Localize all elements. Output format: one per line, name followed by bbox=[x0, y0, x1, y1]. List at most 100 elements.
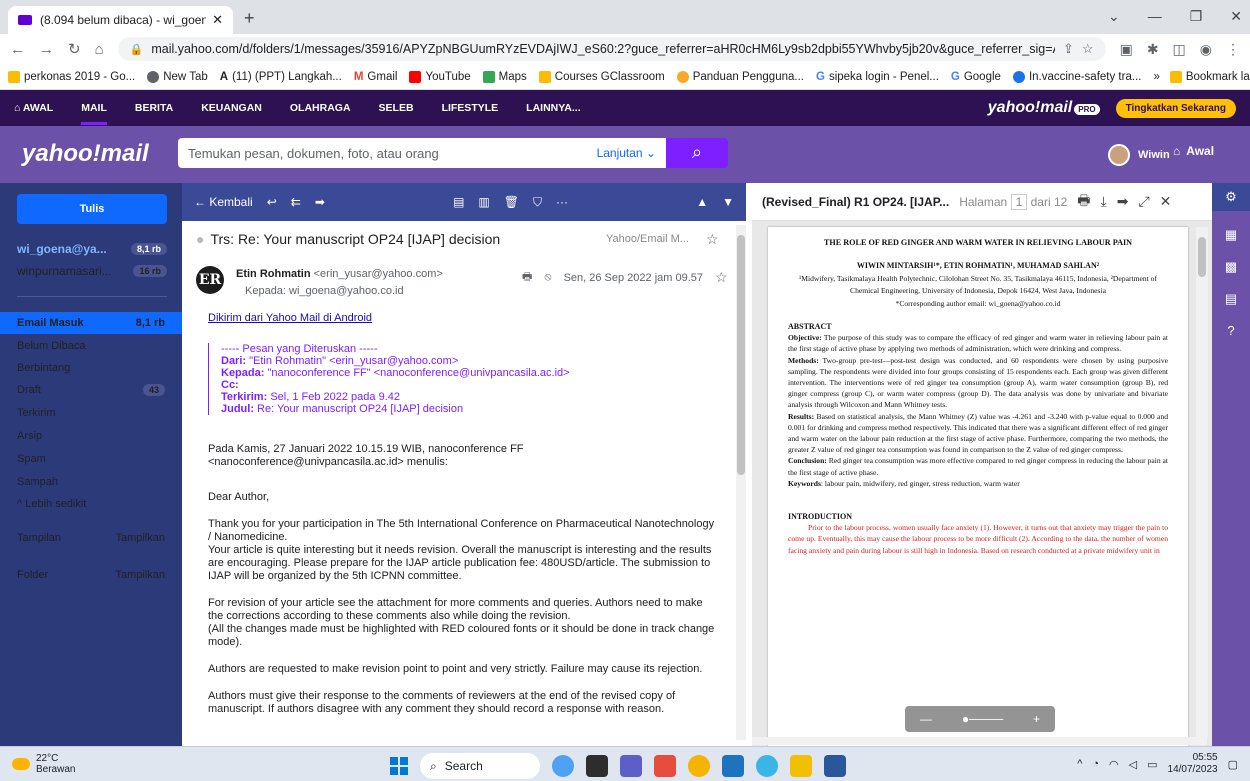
taskbar-search[interactable]: ⌕ Search bbox=[420, 753, 540, 779]
nav-celebrity[interactable]: SELEB bbox=[379, 102, 414, 114]
puzzle-icon[interactable]: ✱ bbox=[1147, 41, 1159, 58]
yahoo-mail-pro-logo[interactable]: yahoo!mail PRO bbox=[988, 99, 1100, 117]
wifi-icon[interactable]: ◠ bbox=[1109, 758, 1119, 771]
battery-icon[interactable]: ▭ bbox=[1147, 758, 1157, 771]
bookmark-item[interactable]: Courses GClassroom bbox=[538, 70, 665, 83]
bookmark-item[interactable]: New Tab bbox=[147, 70, 208, 83]
chevron-up-icon[interactable]: ^ bbox=[1077, 758, 1082, 770]
sender[interactable]: Etin Rohmatin <erin_yusar@yahoo.com> bbox=[236, 268, 443, 280]
office-icon[interactable] bbox=[654, 755, 676, 777]
other-bookmarks[interactable]: Bookmark lain bbox=[1169, 70, 1250, 83]
teams-icon[interactable] bbox=[620, 755, 642, 777]
account-item[interactable]: winpurnamasari... 16 rb bbox=[17, 264, 167, 278]
yahoo-mail-logo[interactable]: yahoo!mail bbox=[22, 140, 149, 168]
notepad-icon[interactable]: ▤ bbox=[1225, 291, 1237, 307]
lock-icon[interactable]: 🔒 bbox=[130, 43, 144, 56]
print-icon[interactable]: 🖶 bbox=[1077, 190, 1090, 214]
star-icon[interactable]: ☆ bbox=[706, 231, 719, 248]
search-input[interactable]: Temukan pesan, dokumen, foto, atau orang… bbox=[178, 138, 666, 168]
windows-start-icon[interactable] bbox=[390, 757, 408, 775]
compose-button[interactable]: Tulis bbox=[17, 194, 167, 224]
clock[interactable]: 05:55 14/07/2023 bbox=[1168, 752, 1218, 776]
expand-icon[interactable]: ⤢ bbox=[1138, 193, 1149, 210]
page-number-input[interactable]: 1 bbox=[1010, 193, 1028, 210]
show-less-link[interactable]: ^ Lebih sedikit bbox=[0, 493, 182, 515]
folder-sent[interactable]: Terkirim bbox=[0, 402, 182, 424]
account-item[interactable]: wi_goena@ya... 8,1 rb bbox=[17, 242, 167, 256]
folders-section[interactable]: Folder Tampilkan bbox=[0, 564, 182, 586]
star-icon[interactable]: ☆ bbox=[715, 269, 728, 286]
user-menu[interactable]: Wiwin bbox=[1108, 144, 1170, 166]
store-icon[interactable] bbox=[722, 755, 744, 777]
pdf-scrollbar[interactable] bbox=[1196, 227, 1208, 737]
nav-home[interactable]: ⌂ AWAL bbox=[14, 102, 53, 114]
move-icon[interactable]: ▥ bbox=[478, 195, 489, 209]
home-link[interactable]: ⌂ Awal bbox=[1173, 144, 1214, 158]
folder-inbox[interactable]: Email Masuk 8,1 rb bbox=[0, 312, 182, 334]
word-icon[interactable] bbox=[824, 755, 846, 777]
zoom-out-icon[interactable]: — bbox=[920, 712, 932, 726]
nav-news[interactable]: BERITA bbox=[135, 102, 173, 114]
home-icon[interactable]: ⌂ bbox=[95, 41, 104, 58]
tab-search-icon[interactable]: ⌄ bbox=[1108, 8, 1120, 25]
more-bookmarks-icon[interactable]: » bbox=[1153, 71, 1159, 83]
help-icon[interactable]: ? bbox=[1227, 323, 1234, 338]
folder-spam[interactable]: Spam bbox=[0, 448, 182, 470]
spam-icon[interactable]: ⛉ bbox=[533, 195, 542, 210]
chrome-icon[interactable] bbox=[688, 755, 710, 777]
nav-sports[interactable]: OLAHRAGA bbox=[290, 102, 351, 114]
bookmark-item[interactable]: M Gmail bbox=[354, 71, 398, 83]
bookmark-star-icon[interactable]: ☆ bbox=[1082, 41, 1094, 57]
upgrade-button[interactable]: Tingkatkan Sekarang bbox=[1115, 98, 1236, 118]
print-icon[interactable]: 🖶 bbox=[522, 268, 532, 287]
folder-unread[interactable]: Belum Dibaca bbox=[0, 335, 182, 357]
message-scrollbar[interactable] bbox=[736, 225, 746, 740]
forward-icon[interactable]: ➡ bbox=[1117, 193, 1129, 210]
close-tab-icon[interactable]: ✕ bbox=[212, 12, 223, 28]
folder-starred[interactable]: Berbintang bbox=[0, 357, 182, 379]
forward-icon[interactable]: → bbox=[39, 41, 54, 58]
bookmark-item[interactable]: perkonas 2019 - Go... bbox=[8, 70, 135, 83]
forward-icon[interactable]: ➡ bbox=[315, 195, 325, 209]
delete-icon[interactable]: 🗑 bbox=[504, 195, 519, 209]
bookmark-item[interactable]: Gsipeka login - Penel... bbox=[816, 71, 939, 83]
minimize-icon[interactable]: — bbox=[1148, 8, 1162, 25]
android-link[interactable]: Dikirim dari Yahoo Mail di Android bbox=[208, 312, 372, 324]
nav-more[interactable]: LAINNYA... bbox=[526, 102, 580, 114]
back-button[interactable]: ← Kembali bbox=[194, 195, 253, 209]
bookmark-item[interactable]: In.vaccine-safety tra... bbox=[1012, 70, 1141, 83]
reload-icon[interactable]: ↻ bbox=[68, 40, 81, 58]
address-bar[interactable]: 🔒 mail.yahoo.com/d/folders/1/messages/35… bbox=[117, 37, 1106, 61]
browser-tab[interactable]: (8.094 belum dibaca) - wi_goena ✕ bbox=[8, 6, 233, 34]
restore-icon[interactable]: ❐ bbox=[1190, 8, 1203, 25]
extension-icon[interactable]: ▣ bbox=[1120, 41, 1133, 58]
search-button[interactable]: ⌕ bbox=[666, 138, 728, 168]
reply-icon[interactable]: ↩ bbox=[267, 195, 277, 209]
edge-icon[interactable] bbox=[756, 755, 778, 777]
settings-icon[interactable]: ⚙ bbox=[1212, 183, 1250, 211]
volume-icon[interactable]: ◁ bbox=[1129, 758, 1137, 771]
bookmark-item[interactable]: Panduan Pengguna... bbox=[676, 70, 804, 83]
menu-icon[interactable]: ⋮ bbox=[1226, 41, 1240, 58]
task-view-icon[interactable] bbox=[586, 755, 608, 777]
notification-icon[interactable]: ▢ bbox=[1228, 758, 1238, 771]
sidepanel-icon[interactable]: ◫ bbox=[1173, 41, 1186, 58]
zoom-in-icon[interactable]: + bbox=[1033, 712, 1040, 726]
calendar-icon[interactable]: ▩ bbox=[1225, 259, 1237, 275]
back-icon[interactable]: ← bbox=[10, 41, 25, 58]
download-icon[interactable]: ⤓ bbox=[1101, 193, 1107, 210]
archive-icon[interactable]: ▤ bbox=[453, 195, 464, 209]
more-icon[interactable]: ··· bbox=[556, 195, 568, 209]
bing-icon[interactable] bbox=[552, 755, 574, 777]
prev-message-icon[interactable]: ▲ bbox=[696, 195, 708, 209]
share-icon[interactable]: ⇪ bbox=[1063, 41, 1074, 57]
bookmark-item[interactable]: G Google bbox=[951, 71, 1001, 83]
folder-source[interactable]: Yahoo/Email M... bbox=[606, 233, 689, 245]
reply-all-icon[interactable]: ⇇ bbox=[291, 195, 301, 209]
folder-archive[interactable]: Arsip bbox=[0, 425, 182, 447]
pdf-horizontal-scrollbar[interactable] bbox=[752, 737, 1207, 745]
new-tab-icon[interactable]: + bbox=[244, 8, 255, 29]
close-window-icon[interactable]: ✕ bbox=[1230, 8, 1242, 25]
advanced-search-button[interactable]: Lanjutan ⌄ bbox=[597, 146, 656, 160]
contacts-icon[interactable]: ▦ bbox=[1225, 227, 1237, 243]
